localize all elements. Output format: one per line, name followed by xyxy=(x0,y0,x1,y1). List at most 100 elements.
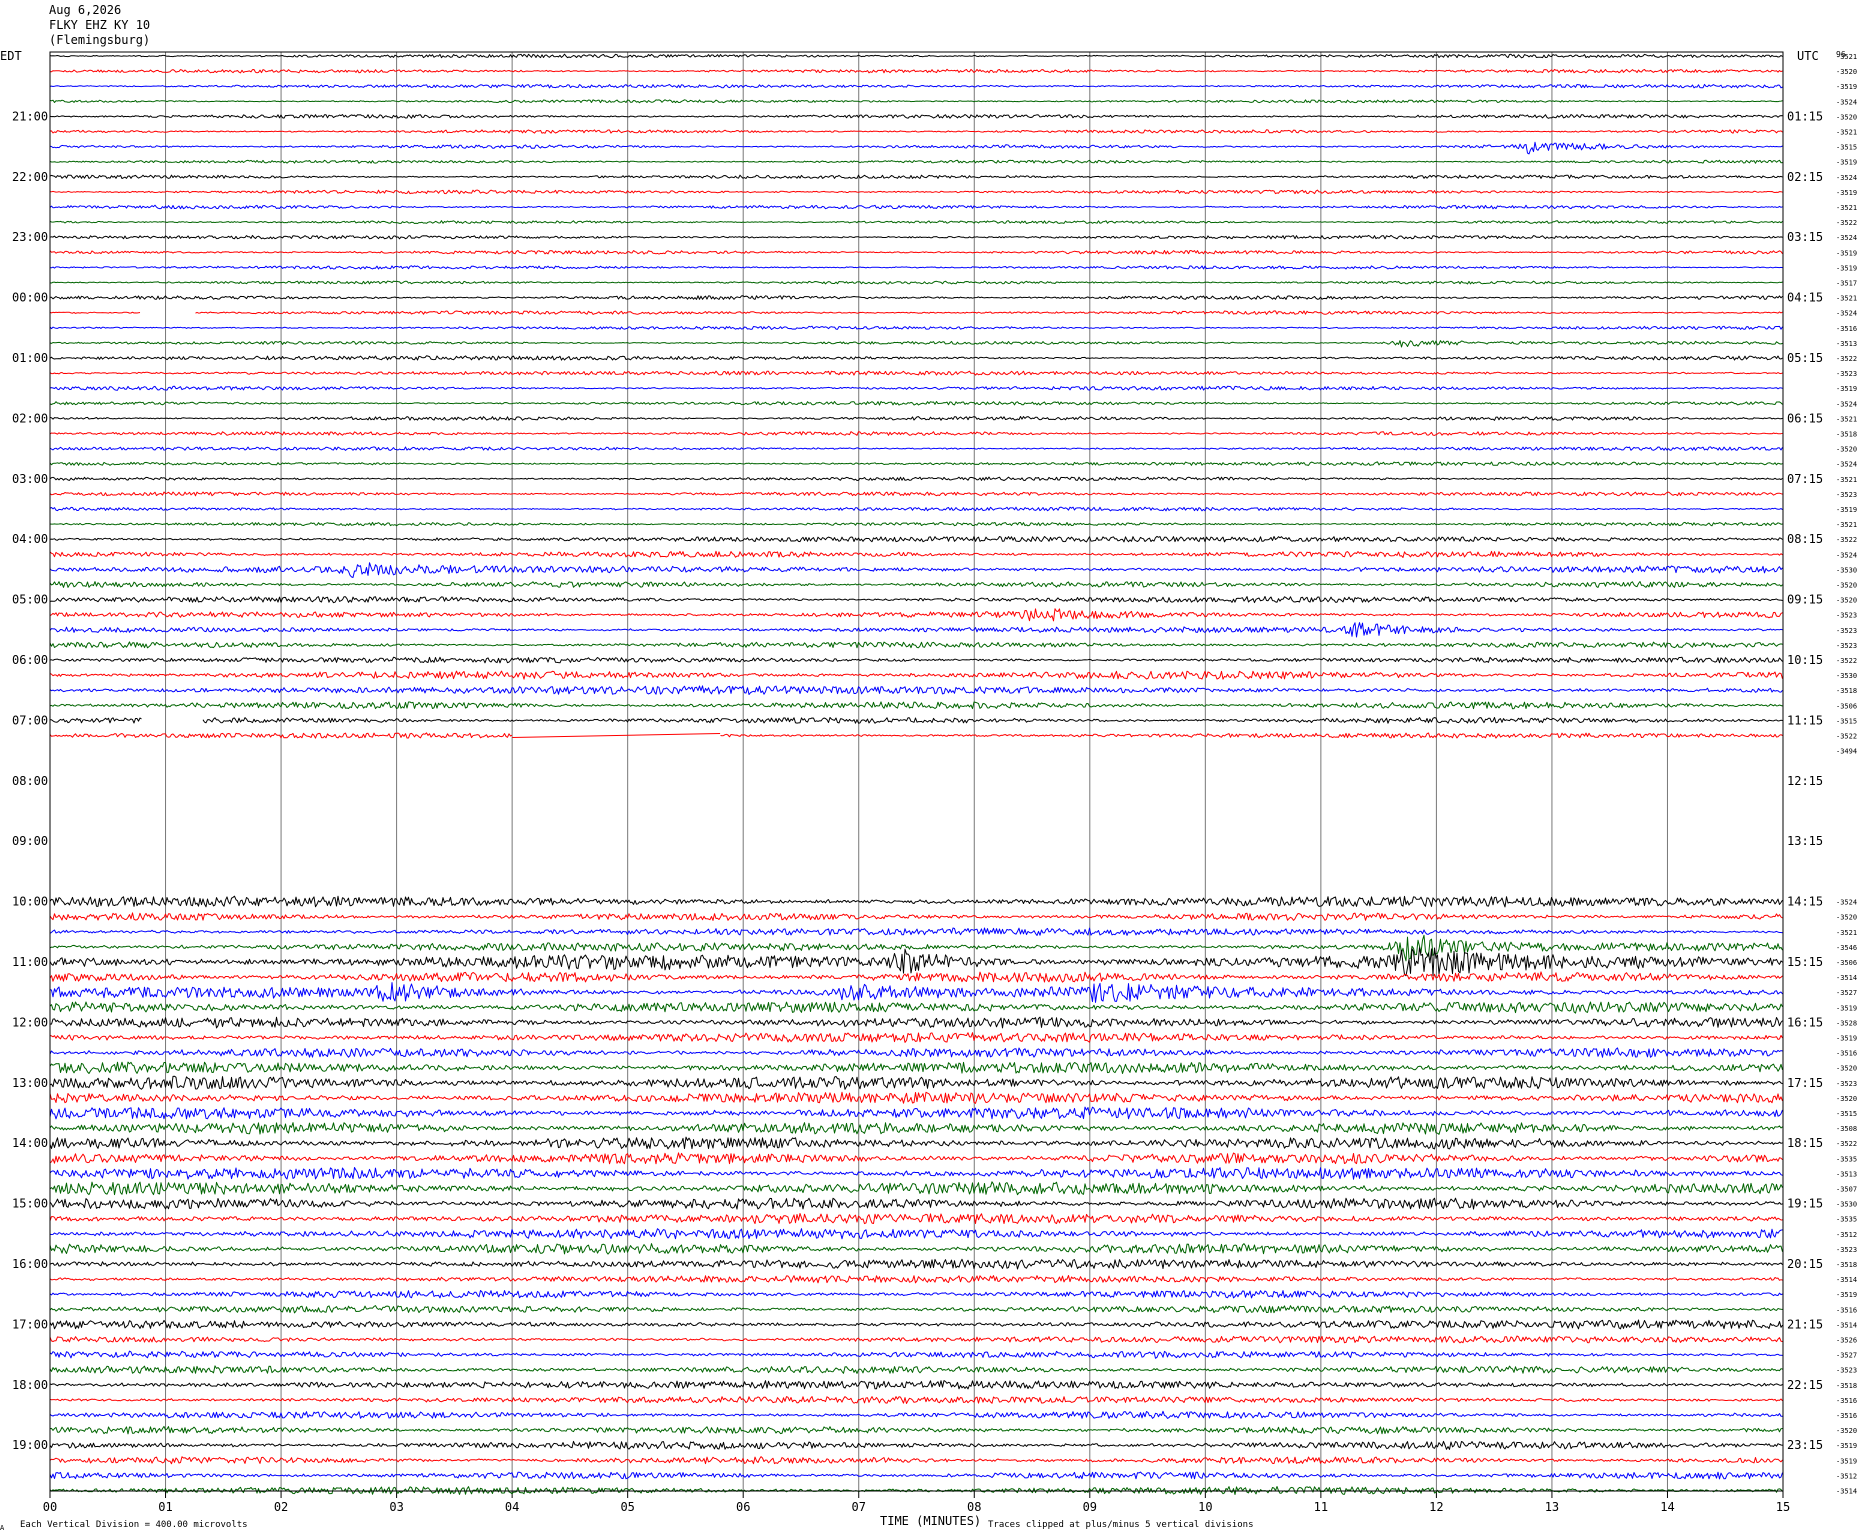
row-value-label: -3514 xyxy=(1836,1321,1857,1329)
trace-row xyxy=(49,340,1783,348)
row-value-label: -3518 xyxy=(1836,431,1857,439)
edt-hour-label: 02:00 xyxy=(12,411,48,425)
utc-hour-label: 06:15 xyxy=(1787,411,1823,425)
row-value-label: -3519 xyxy=(1836,264,1857,272)
utc-hour-label: 04:15 xyxy=(1787,291,1823,305)
trace-row xyxy=(49,581,1783,588)
trace-row xyxy=(49,461,1783,466)
edt-hour-label: 16:00 xyxy=(12,1257,48,1271)
utc-hour-label: 03:15 xyxy=(1787,230,1823,244)
x-tick-label-05: 05 xyxy=(620,1500,634,1514)
trace-row xyxy=(49,159,1783,164)
trace-row xyxy=(49,1258,1783,1270)
utc-hour-label: 19:15 xyxy=(1787,1197,1823,1211)
edt-hour-label: 18:00 xyxy=(12,1378,48,1392)
trace-row xyxy=(49,83,1783,89)
row-value-label: -3520 xyxy=(1836,1065,1857,1073)
row-value-label: -3524 xyxy=(1836,400,1857,408)
row-value-label: -3522 xyxy=(1836,355,1857,363)
row-value-label: -3516 xyxy=(1836,1412,1857,1420)
trace-row xyxy=(49,1350,1783,1359)
row-value-label: -3521 xyxy=(1836,129,1857,137)
row-value-label: -3519 xyxy=(1836,249,1857,257)
trace-row xyxy=(49,1228,1783,1240)
row-value-label: -3519 xyxy=(1836,83,1857,91)
row-value-label: -3524 xyxy=(1836,98,1857,106)
row-value-label: -3514 xyxy=(1836,1488,1857,1496)
footer-corner-mark: A xyxy=(0,1524,5,1532)
utc-hour-label: 20:15 xyxy=(1787,1257,1823,1271)
x-tick-label-01: 01 xyxy=(158,1500,172,1514)
trace-row xyxy=(49,431,1783,436)
trace-row xyxy=(49,1275,1783,1284)
x-tick-label-10: 10 xyxy=(1198,1500,1212,1514)
row-value-label: -3518 xyxy=(1836,687,1857,695)
edt-hour-label: 23:00 xyxy=(12,230,48,244)
trace-row xyxy=(49,141,1783,155)
row-value-label: -3523 xyxy=(1836,370,1857,378)
trace-row xyxy=(49,416,1783,421)
trace-row xyxy=(49,1122,1783,1135)
row-value-label: -3514 xyxy=(1836,974,1857,982)
row-value-label: -3512 xyxy=(1836,1231,1857,1239)
row-value-label: -3522 xyxy=(1836,219,1857,227)
trace-row xyxy=(50,295,1783,300)
row-value-label: -3521 xyxy=(1836,415,1857,423)
row-value-label: -3523 xyxy=(1836,1246,1857,1254)
row-value-label: -3519 xyxy=(1836,1035,1857,1043)
utc-hour-label: 22:15 xyxy=(1787,1378,1823,1392)
trace-row xyxy=(49,927,1783,936)
utc-hour-label: 18:15 xyxy=(1787,1136,1823,1150)
trace-row xyxy=(49,1091,1783,1104)
row-value-label: -3524 xyxy=(1836,234,1857,242)
x-tick-label-03: 03 xyxy=(389,1500,403,1514)
trace-row xyxy=(49,732,1783,739)
row-value-label: -3535 xyxy=(1836,1155,1857,1163)
footer-scale-note: Each Vertical Division = 400.00 microvol… xyxy=(20,1520,248,1530)
x-tick-label-06: 06 xyxy=(736,1500,750,1514)
row-value-label: -3524 xyxy=(1836,174,1857,182)
trace-row xyxy=(49,622,1783,638)
row-value-label: -3494 xyxy=(1836,748,1857,756)
trace-row xyxy=(49,114,1783,119)
x-tick-label-08: 08 xyxy=(967,1500,981,1514)
edt-hour-label: 05:00 xyxy=(12,593,48,607)
corner-label: 96 xyxy=(1836,50,1846,59)
trace-row xyxy=(49,355,1783,361)
edt-hour-label: 06:00 xyxy=(12,653,48,667)
trace-row xyxy=(49,385,1783,391)
x-tick-label-12: 12 xyxy=(1429,1500,1443,1514)
trace-row xyxy=(49,1001,1783,1014)
trace-row xyxy=(49,1243,1783,1255)
trace-row xyxy=(49,446,1783,451)
trace-row xyxy=(49,1335,1783,1344)
trace-row xyxy=(49,717,1783,724)
utc-hour-label: 17:15 xyxy=(1787,1076,1823,1090)
utc-hour-label: 15:15 xyxy=(1787,955,1823,969)
trace-row xyxy=(49,370,1783,376)
edt-hour-label: 09:00 xyxy=(12,834,48,848)
x-tick-label-15: 15 xyxy=(1776,1500,1790,1514)
row-value-label: -3524 xyxy=(1836,310,1857,318)
trace-row xyxy=(49,1319,1783,1330)
edt-hour-label: 11:00 xyxy=(12,955,48,969)
utc-hour-label: 10:15 xyxy=(1787,653,1823,667)
row-value-label: -3523 xyxy=(1836,491,1857,499)
trace-row xyxy=(49,1290,1783,1299)
row-value-label: -3507 xyxy=(1836,1186,1857,1194)
trace-row xyxy=(49,99,1783,104)
edt-hour-label: 04:00 xyxy=(12,532,48,546)
trace-row xyxy=(49,1365,1783,1374)
row-value-label: -3514 xyxy=(1836,1276,1857,1284)
x-tick-label-04: 04 xyxy=(505,1500,519,1514)
row-value-label: -3516 xyxy=(1836,1306,1857,1314)
trace-row xyxy=(49,310,1783,315)
row-value-label: -3520 xyxy=(1836,1095,1857,1103)
row-value-label: -3527 xyxy=(1836,989,1857,997)
trace-row xyxy=(49,656,1783,664)
edt-hour-label: 07:00 xyxy=(12,713,48,727)
trace-row xyxy=(49,220,1783,224)
trace-row xyxy=(49,280,1783,285)
row-value-label: -3522 xyxy=(1836,657,1857,665)
row-value-label: -3523 xyxy=(1836,1367,1857,1375)
